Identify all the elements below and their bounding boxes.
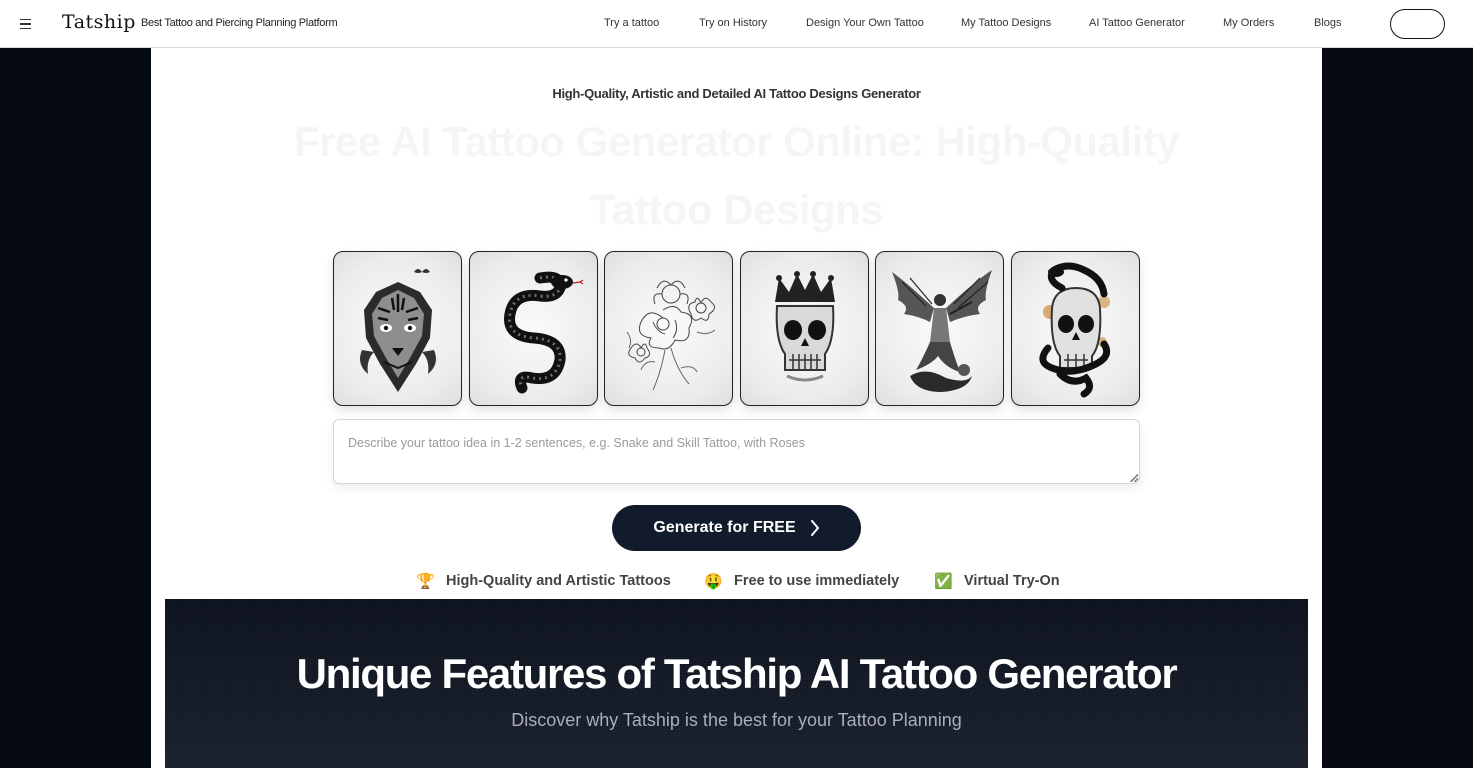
perk-try-on: ✅ Virtual Try-On bbox=[934, 572, 1060, 590]
nav-link-try-on-history[interactable]: Try on History bbox=[699, 17, 767, 29]
flowers-tattoo-icon bbox=[626, 280, 716, 391]
nav-link-design-your-own-tattoo[interactable]: Design Your Own Tattoo bbox=[806, 17, 924, 29]
features-section: Unique Features of Tatship AI Tattoo Gen… bbox=[165, 599, 1308, 768]
chevron-right-icon bbox=[810, 520, 819, 536]
nav-link-my-orders[interactable]: My Orders bbox=[1223, 17, 1274, 29]
perks-row: 🏆 High-Quality and Artistic Tattoos 🤑 Fr… bbox=[151, 572, 1322, 592]
gallery-item-tiger[interactable] bbox=[333, 251, 462, 406]
nav-link-try-a-tattoo[interactable]: Try a tattoo bbox=[604, 17, 659, 29]
gallery-item-angel[interactable] bbox=[875, 251, 1004, 406]
perk-label: High-Quality and Artistic Tattoos bbox=[446, 573, 671, 589]
gallery-item-crowned-skull[interactable] bbox=[740, 251, 869, 406]
perk-quality: 🏆 High-Quality and Artistic Tattoos bbox=[416, 572, 671, 590]
generate-button-label: Generate for FREE bbox=[653, 519, 796, 536]
hero-title: Free AI Tattoo Generator Online: High-Qu… bbox=[293, 118, 1180, 233]
check-mark-icon: ✅ bbox=[934, 573, 953, 590]
brand-logo[interactable]: Tatship bbox=[62, 11, 136, 33]
money-face-icon: 🤑 bbox=[704, 573, 723, 590]
hamburger-menu-icon[interactable] bbox=[20, 15, 36, 33]
gallery-item-snake-skull[interactable] bbox=[1011, 251, 1140, 406]
brand-tagline: Best Tattoo and Piercing Planning Platfo… bbox=[141, 17, 338, 29]
crowned-skull-tattoo-icon bbox=[775, 271, 835, 382]
nav-link-my-tattoo-designs[interactable]: My Tattoo Designs bbox=[961, 17, 1051, 29]
gallery-item-flowers[interactable] bbox=[604, 251, 733, 406]
tiger-tattoo-icon bbox=[360, 269, 436, 392]
top-navbar: Tatship Best Tattoo and Piercing Plannin… bbox=[0, 0, 1473, 48]
nav-link-blogs[interactable]: Blogs bbox=[1314, 17, 1342, 29]
textarea-resize-handle[interactable] bbox=[1130, 474, 1138, 482]
tattoo-idea-input[interactable] bbox=[333, 419, 1140, 484]
features-subtitle: Discover why Tatship is the best for you… bbox=[511, 710, 962, 730]
tattoo-example-gallery bbox=[333, 251, 1141, 406]
snake-skull-tattoo-icon bbox=[1039, 262, 1111, 398]
generate-button[interactable]: Generate for FREE bbox=[612, 505, 861, 551]
perk-label: Free to use immediately bbox=[734, 573, 900, 589]
angel-tattoo-icon bbox=[892, 270, 992, 392]
account-button[interactable] bbox=[1390, 9, 1445, 39]
hero-eyebrow: High-Quality, Artistic and Detailed AI T… bbox=[552, 86, 921, 101]
perk-free: 🤑 Free to use immediately bbox=[704, 572, 899, 590]
nav-link-ai-tattoo-generator[interactable]: AI Tattoo Generator bbox=[1089, 17, 1185, 29]
perk-label: Virtual Try-On bbox=[964, 573, 1060, 589]
gallery-item-snake[interactable] bbox=[469, 251, 598, 406]
features-title: Unique Features of Tatship AI Tattoo Gen… bbox=[296, 650, 1178, 697]
trophy-icon: 🏆 bbox=[416, 573, 435, 590]
main-panel: High-Quality, Artistic and Detailed AI T… bbox=[151, 48, 1322, 768]
snake-tattoo-icon bbox=[504, 271, 584, 394]
